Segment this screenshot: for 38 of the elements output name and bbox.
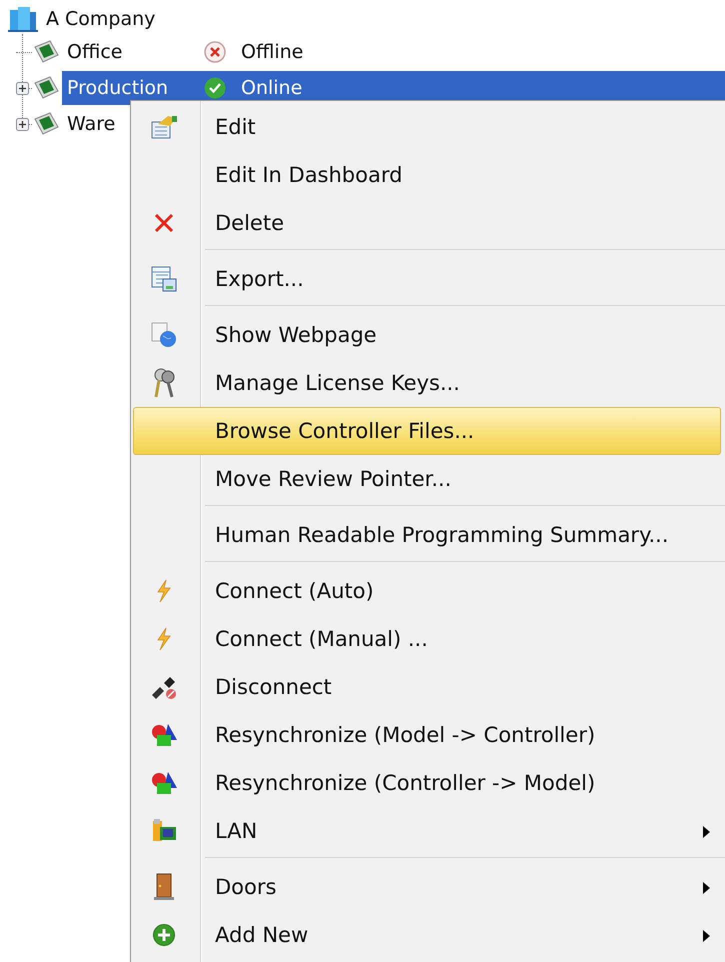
menu-item[interactable]: Resynchronize (Controller -> Model) bbox=[133, 759, 721, 807]
expand-icon[interactable] bbox=[16, 118, 29, 130]
menu-item[interactable]: Delete bbox=[133, 199, 721, 247]
menu-item[interactable]: Doors bbox=[133, 863, 721, 911]
controller-icon bbox=[32, 111, 60, 137]
delete-icon bbox=[152, 211, 176, 235]
door-icon bbox=[153, 873, 175, 901]
controller-icon bbox=[32, 75, 60, 101]
menu-item[interactable]: Resynchronize (Model -> Controller) bbox=[133, 711, 721, 759]
menu-item[interactable]: Human Readable Programming Summary... bbox=[133, 511, 721, 559]
menu-item[interactable]: Connect (Auto) bbox=[133, 567, 721, 615]
status-label: Online bbox=[241, 77, 302, 99]
menu-item[interactable]: LAN bbox=[133, 807, 721, 855]
tree-item[interactable]: Production bbox=[67, 77, 203, 99]
controller-icon bbox=[32, 39, 60, 65]
menu-item[interactable]: Disconnect bbox=[133, 663, 721, 711]
shapes-icon bbox=[150, 770, 178, 796]
tree-item[interactable]: Office bbox=[67, 41, 203, 63]
error-icon bbox=[203, 40, 227, 64]
menu-item[interactable]: Browse Controller Files... bbox=[133, 407, 721, 455]
form-icon bbox=[150, 114, 178, 140]
expand-icon[interactable] bbox=[16, 82, 29, 94]
menu-item[interactable]: Show Webpage bbox=[133, 311, 721, 359]
add-icon bbox=[152, 923, 176, 947]
menu-item[interactable]: Export... bbox=[133, 255, 721, 303]
menu-item[interactable]: Edit In Dashboard bbox=[133, 151, 721, 199]
globe-icon bbox=[150, 321, 178, 349]
spreadsheet-icon bbox=[150, 265, 178, 293]
menu-item[interactable]: Add New bbox=[133, 911, 721, 959]
menu-item[interactable]: Manage License Keys... bbox=[133, 359, 721, 407]
tree-item[interactable]: A Company bbox=[46, 8, 156, 30]
status-label: Offline bbox=[241, 41, 304, 63]
menu-item[interactable]: Move Review Pointer... bbox=[133, 455, 721, 503]
shapes-icon bbox=[150, 722, 178, 748]
check-icon bbox=[203, 76, 227, 100]
menu-item[interactable]: Edit bbox=[133, 103, 721, 151]
menu-item[interactable]: Connect (Manual) ... bbox=[133, 615, 721, 663]
building-icon bbox=[8, 6, 38, 32]
